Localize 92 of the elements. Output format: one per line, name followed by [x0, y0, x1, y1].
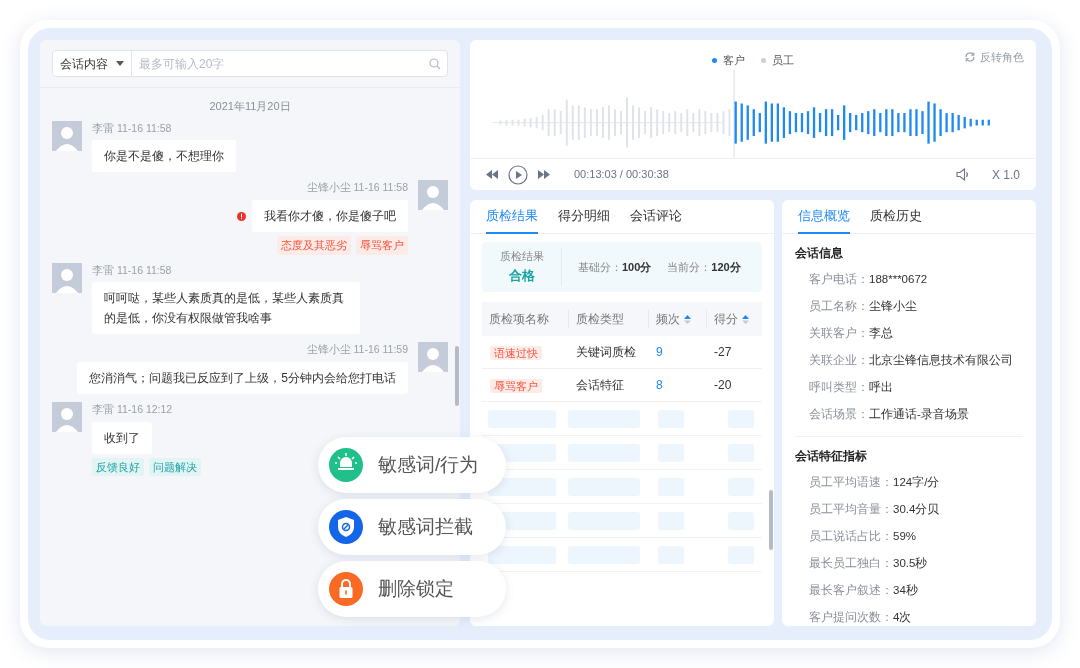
field-label: 员工平均语速：: [809, 474, 893, 490]
field-value: 30.4分贝: [893, 501, 940, 517]
field-label: 关联客户：: [809, 325, 869, 341]
feature-label: 删除锁定: [378, 576, 454, 601]
message-meta: 李雷 11-16 12:12: [92, 402, 173, 417]
summary-label: 质检结果: [499, 249, 544, 265]
search-field[interactable]: 会话内容 最多可输入20字: [52, 50, 448, 77]
tag: 反馈良好: [92, 457, 144, 477]
refresh-icon: [964, 51, 976, 64]
field-value: 尘锋小尘: [869, 298, 917, 314]
playback-time: 00:13:03 / 00:30:38: [574, 167, 669, 183]
field-label: 员工名称：: [809, 298, 869, 314]
field-value: 北京尘锋信息技术有限公司: [869, 352, 1013, 368]
field-label: 关联企业：: [809, 352, 869, 368]
flip-role-button[interactable]: 反转角色: [964, 49, 1024, 66]
message-meta: 尘锋小尘 11-16 11:59: [306, 342, 408, 358]
legend-label: 客户: [723, 52, 745, 68]
tab[interactable]: 质检历史: [870, 200, 922, 234]
play-icon: [508, 164, 528, 185]
message-bubble: 我看你才傻，你是傻子吧: [252, 200, 408, 232]
playback-speed[interactable]: X 1.0: [991, 165, 1020, 184]
scrollbar-thumb[interactable]: [769, 490, 773, 550]
table-cell-text: -27: [713, 344, 733, 361]
sort-icon: [742, 314, 749, 324]
message-bubble: 收到了: [92, 421, 152, 454]
column-header[interactable]: 质检项名称: [482, 310, 568, 328]
avatar-icon: [418, 342, 448, 373]
tab[interactable]: 得分明细: [558, 200, 610, 234]
field-label: 会话场景：: [809, 406, 869, 422]
tab[interactable]: 质检结果: [486, 200, 538, 234]
field-value: 4次: [893, 609, 912, 625]
search-icon: [429, 57, 441, 70]
avatar-icon: [52, 402, 82, 432]
caret-icon: [116, 61, 124, 66]
field-value: 59%: [893, 528, 917, 544]
message-meta: 尘锋小尘 11-16 11:58: [306, 180, 408, 196]
scrollbar-thumb[interactable]: [455, 346, 459, 406]
field-value: 李总: [869, 325, 893, 341]
field-label: 最长员工独白：: [809, 555, 893, 571]
field-label: 员工平均音量：: [809, 501, 893, 517]
field-value: 34秒: [893, 582, 918, 598]
volume-icon: [955, 168, 970, 181]
field-value: 124字/分: [893, 474, 940, 490]
column-header[interactable]: 频次: [648, 310, 706, 328]
rewind-icon: [486, 170, 498, 179]
current-score-label: 当前分：: [667, 259, 712, 275]
table-cell[interactable]: 9: [648, 343, 706, 361]
scope-dropdown[interactable]: 会话内容: [60, 54, 108, 73]
field-label: 呼叫类型：: [809, 379, 869, 395]
tag: 辱骂客户: [356, 236, 408, 255]
tab[interactable]: 会话评论: [630, 200, 682, 234]
column-header[interactable]: 质检类型: [568, 310, 648, 328]
avatar-icon: [418, 180, 448, 211]
base-score-value: 100分: [622, 259, 652, 275]
loading-placeholder: [488, 545, 556, 564]
base-score-label: 基础分：: [578, 259, 622, 275]
verdict-text: 合格: [508, 267, 535, 285]
column-header[interactable]: 得分: [706, 310, 762, 328]
feature-label: 敏感词/行为: [378, 452, 479, 477]
message-meta: 李雷 11-16 11:58: [92, 120, 172, 136]
table-cell-text: -20: [713, 377, 733, 394]
field-label: 客户电话：: [809, 271, 869, 287]
message-meta: 李雷 11-16 11:58: [92, 262, 172, 278]
feature-label: 敏感词拦截: [378, 514, 473, 539]
alert-icon: [237, 211, 246, 221]
avatar-icon: [52, 262, 82, 293]
field-label: 最长客户叙述：: [809, 582, 893, 598]
field-value: 30.5秒: [893, 555, 928, 571]
message-bubble: 你是不是傻，不想理你: [92, 140, 236, 173]
field-label: 客户提问次数：: [809, 609, 893, 625]
table-cell[interactable]: 8: [648, 376, 706, 394]
tab[interactable]: 信息概览: [798, 200, 850, 234]
tag: 辱骂客户: [490, 379, 542, 393]
sort-icon: [684, 314, 691, 324]
current-score-value: 120分: [711, 259, 741, 275]
tag: 问题解决: [149, 457, 201, 477]
avatar-icon: [52, 120, 82, 151]
message-bubble: 您消消气；问题我已反应到了上级，5分钟内会给您打电话: [77, 362, 408, 394]
message-bubble: 呵呵哒，某些人素质真的是低，某些人素质真的是低，你没有权限做管我啥事: [92, 282, 360, 335]
tag: 语速过快: [490, 346, 542, 360]
table-cell-text: 关键词质检: [575, 344, 637, 361]
section-title: 会话特征指标: [795, 448, 868, 465]
table-cell-text: 会话特征: [575, 377, 625, 394]
legend-label: 员工: [772, 52, 794, 68]
field-value: 呼出: [869, 379, 893, 395]
fast-forward-icon: [538, 170, 550, 179]
section-title: 会话信息: [795, 245, 844, 262]
field-value: 188***0672: [869, 271, 928, 287]
field-value: 工作通话-录音场景: [869, 406, 969, 422]
date-label: 2021年11月20日: [209, 99, 291, 114]
field-label: 员工说话占比：: [809, 528, 893, 544]
tag: 态度及其恶劣: [277, 236, 351, 255]
